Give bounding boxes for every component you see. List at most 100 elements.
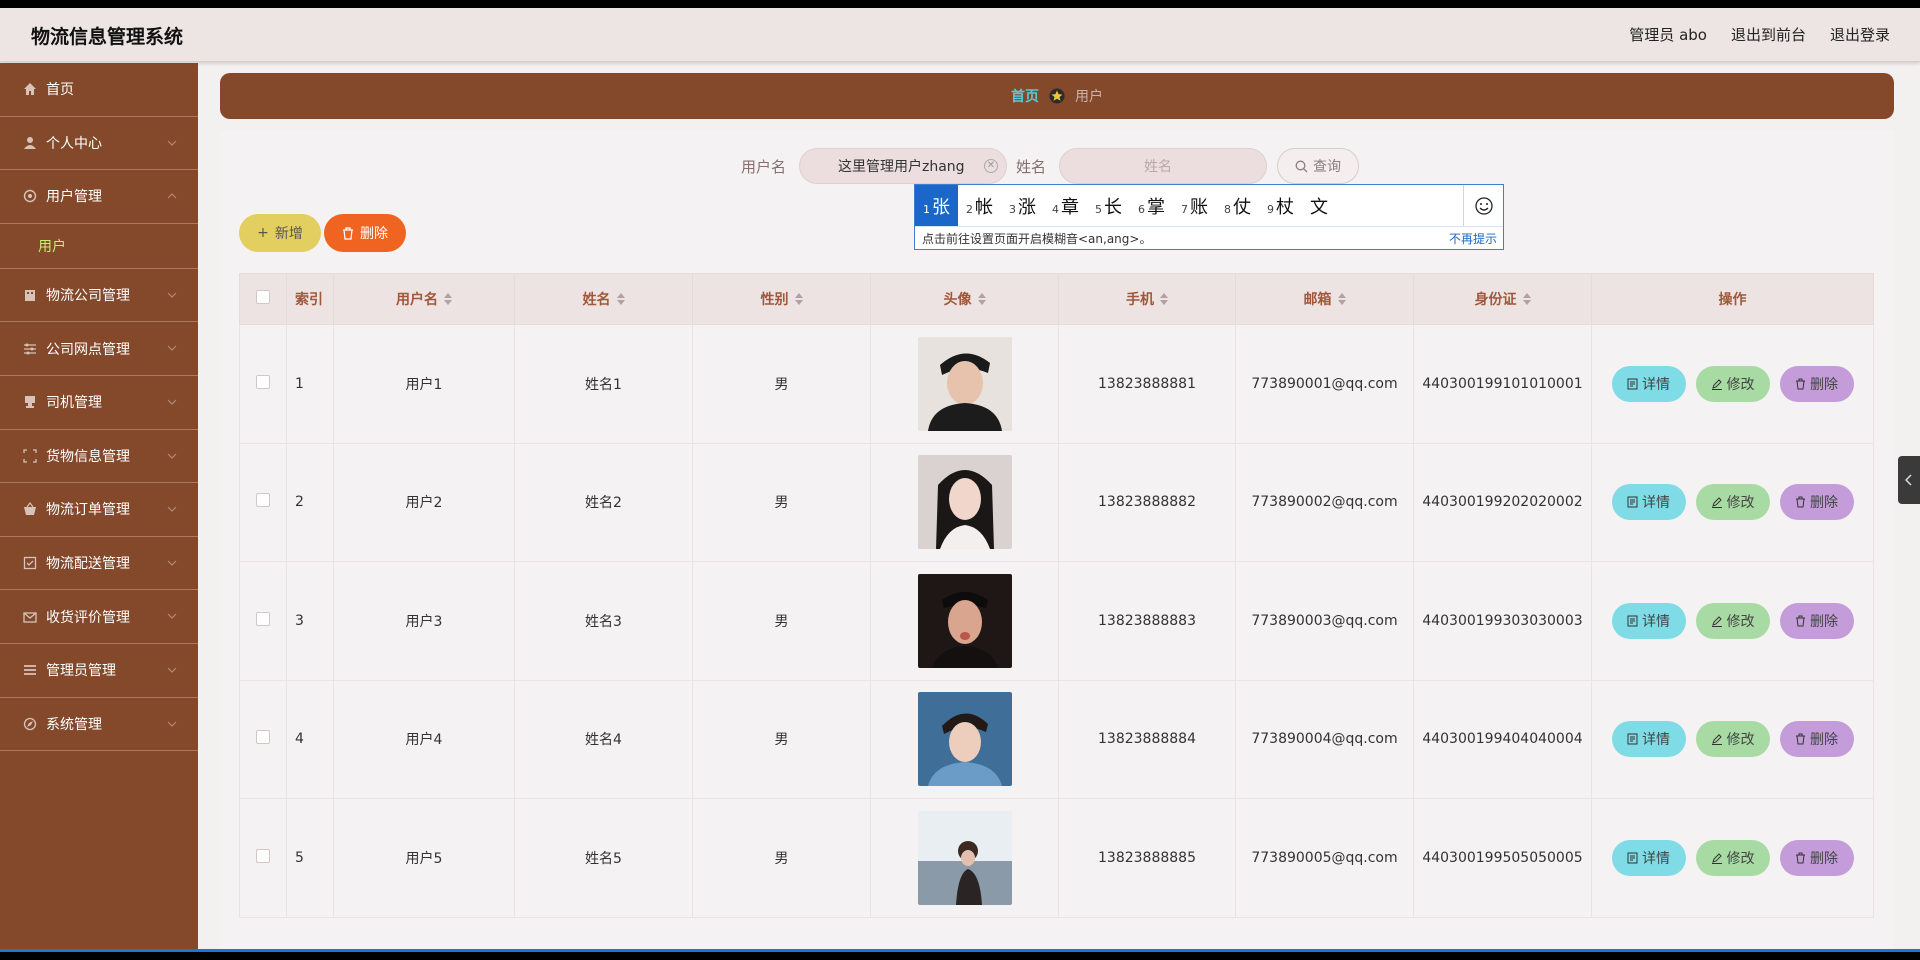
row-delete-button[interactable]: 删除: [1779, 839, 1854, 876]
select-all-cell[interactable]: [239, 273, 287, 325]
avatar[interactable]: [917, 455, 1012, 550]
ime-candidate[interactable]: 文: [1302, 185, 1336, 226]
add-button[interactable]: + 新增: [239, 214, 321, 252]
edit-button[interactable]: 修改: [1695, 365, 1770, 402]
chevron-down-icon: [167, 560, 177, 566]
clear-icon[interactable]: ✕: [984, 159, 998, 173]
col-header-name[interactable]: 姓名: [514, 273, 693, 325]
row-select-cell[interactable]: [239, 798, 287, 918]
sort-icon[interactable]: [1522, 293, 1531, 305]
row-checkbox[interactable]: [256, 374, 270, 389]
query-button[interactable]: 查询: [1277, 148, 1359, 184]
sidebar-item-home[interactable]: 首页: [0, 63, 198, 117]
row-checkbox[interactable]: [256, 611, 270, 626]
sidebar-item-user-management[interactable]: 用户管理: [0, 170, 198, 224]
sidebar-item-reviews[interactable]: 收货评价管理: [0, 590, 198, 644]
table-header-row: 索引 用户名 姓名 性别 头像 手机 邮箱 身份证 操作: [239, 273, 1874, 325]
edit-button[interactable]: 修改: [1695, 839, 1770, 876]
sort-icon[interactable]: [444, 293, 452, 305]
row-delete-button[interactable]: 删除: [1779, 602, 1854, 639]
cell-name: 姓名1: [514, 324, 693, 444]
detail-button[interactable]: 详情: [1611, 602, 1686, 639]
col-header-username[interactable]: 用户名: [333, 273, 515, 325]
row-checkbox[interactable]: [256, 730, 270, 745]
detail-button[interactable]: 详情: [1611, 365, 1686, 402]
sidebar-item-logistics-company[interactable]: 物流公司管理: [0, 269, 198, 323]
col-header-phone[interactable]: 手机: [1058, 273, 1236, 325]
sort-icon[interactable]: [1160, 293, 1168, 305]
ime-candidate[interactable]: 7账: [1173, 185, 1216, 226]
ime-candidate-list: 1张 2帐 3涨 4章 5长 6掌 7账 8仗 9杖 文: [915, 185, 1463, 226]
breadcrumb-home[interactable]: 首页: [1011, 86, 1039, 106]
row-select-cell[interactable]: [239, 442, 287, 562]
table-row: 1 用户1 姓名1 男 13823888881 773890001@qq.com…: [239, 324, 1874, 444]
name-label: 姓名: [1016, 158, 1047, 176]
batch-delete-button[interactable]: 删除: [324, 214, 406, 252]
emoji-icon[interactable]: [1463, 185, 1504, 226]
avatar[interactable]: [917, 573, 1012, 668]
ime-candidate[interactable]: 4章: [1044, 185, 1087, 226]
cell-actions: 详情 修改 删除: [1591, 442, 1874, 562]
cell-username: 用户4: [333, 679, 515, 799]
ime-candidate[interactable]: 1张: [915, 185, 958, 226]
document-icon: [1627, 615, 1638, 627]
sidebar-item-admins[interactable]: 管理员管理: [0, 644, 198, 698]
ime-candidate[interactable]: 6掌: [1130, 185, 1173, 226]
sidebar-item-driver[interactable]: 司机管理: [0, 376, 198, 430]
avatar[interactable]: [917, 336, 1012, 431]
sidebar-item-orders[interactable]: 物流订单管理: [0, 483, 198, 537]
detail-button[interactable]: 详情: [1611, 484, 1686, 521]
sliders-icon: [22, 341, 38, 357]
sort-icon[interactable]: [977, 293, 986, 305]
chevron-down-icon: [167, 667, 177, 673]
sidebar-item-delivery[interactable]: 物流配送管理: [0, 537, 198, 591]
col-header-email[interactable]: 邮箱: [1235, 273, 1414, 325]
ime-candidate[interactable]: 9杖: [1259, 185, 1302, 226]
sidebar-subitem-users[interactable]: 用户: [0, 224, 198, 269]
username-input[interactable]: 这里管理用户zhang ✕: [799, 148, 1007, 184]
row-delete-button[interactable]: 删除: [1779, 721, 1854, 758]
detail-button[interactable]: 详情: [1611, 839, 1686, 876]
logout-link[interactable]: 退出登录: [1830, 24, 1890, 45]
col-header-avatar[interactable]: 头像: [870, 273, 1059, 325]
ime-dismiss-link[interactable]: 不再提示: [1449, 230, 1497, 247]
ime-candidate[interactable]: 2帐: [958, 185, 1001, 226]
col-header-id-card[interactable]: 身份证: [1413, 273, 1592, 325]
sort-icon[interactable]: [616, 293, 625, 305]
col-header-gender[interactable]: 性别: [692, 273, 871, 325]
query-label: 查询: [1313, 159, 1341, 175]
select-all-checkbox[interactable]: [256, 290, 270, 304]
row-checkbox[interactable]: [256, 848, 270, 863]
row-delete-button[interactable]: 删除: [1779, 484, 1854, 521]
name-input[interactable]: 姓名: [1059, 148, 1267, 184]
ime-candidate[interactable]: 8仗: [1216, 185, 1259, 226]
cell-avatar: [870, 442, 1059, 562]
cell-name: 姓名4: [514, 679, 693, 799]
back-to-front-link[interactable]: 退出到前台: [1731, 24, 1806, 45]
row-select-cell[interactable]: [239, 679, 287, 799]
collapse-toggle[interactable]: [1898, 456, 1920, 504]
document-icon: [1627, 378, 1638, 390]
sidebar-item-label: 司机管理: [46, 395, 102, 412]
sort-icon[interactable]: [794, 293, 803, 305]
cell-avatar: [870, 679, 1059, 799]
sidebar-item-goods[interactable]: 货物信息管理: [0, 430, 198, 484]
sort-icon[interactable]: [1337, 293, 1346, 305]
chevron-down-icon: [167, 140, 177, 146]
ime-candidate[interactable]: 3涨: [1001, 185, 1044, 226]
row-select-cell[interactable]: [239, 561, 287, 681]
cell-username: 用户3: [333, 561, 515, 681]
row-delete-button[interactable]: 删除: [1779, 365, 1854, 402]
sidebar-item-branch[interactable]: 公司网点管理: [0, 322, 198, 376]
edit-button[interactable]: 修改: [1695, 721, 1770, 758]
sidebar-item-profile[interactable]: 个人中心: [0, 117, 198, 171]
sidebar-item-system[interactable]: 系统管理: [0, 698, 198, 752]
row-checkbox[interactable]: [256, 493, 270, 508]
edit-button[interactable]: 修改: [1695, 484, 1770, 521]
avatar[interactable]: [917, 692, 1012, 787]
row-select-cell[interactable]: [239, 324, 287, 444]
avatar[interactable]: [917, 810, 1012, 905]
ime-candidate[interactable]: 5长: [1087, 185, 1130, 226]
edit-button[interactable]: 修改: [1695, 602, 1770, 639]
detail-button[interactable]: 详情: [1611, 721, 1686, 758]
